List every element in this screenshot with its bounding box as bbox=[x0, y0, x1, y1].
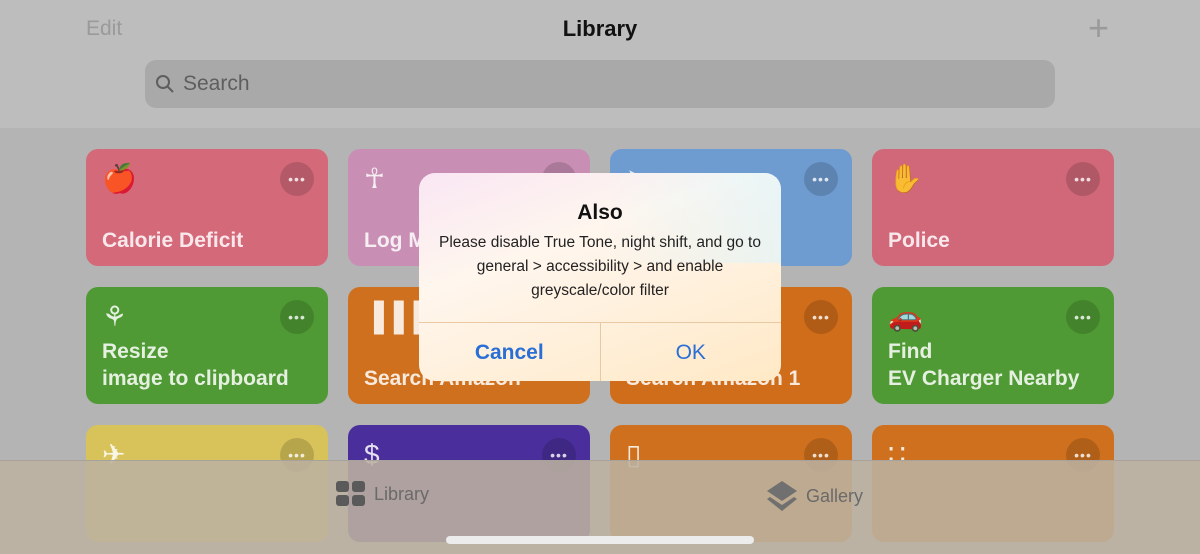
car-icon: 🚗 bbox=[888, 301, 923, 332]
shortcut-label: Calorie Deficit bbox=[102, 229, 244, 252]
home-indicator[interactable] bbox=[446, 536, 754, 544]
shortcut-label: Log M bbox=[364, 229, 426, 252]
alert-title: Also bbox=[577, 201, 623, 224]
accessibility-icon: ☥ bbox=[364, 163, 385, 194]
search-icon bbox=[156, 75, 174, 93]
apple-icon: 🍎 bbox=[102, 163, 137, 194]
shortcut-label: Police bbox=[888, 229, 950, 252]
shortcut-card[interactable]: ⚘ ••• Resize image to clipboard bbox=[86, 287, 328, 404]
alert-message: Please disable True Tone, night shift, a… bbox=[439, 234, 761, 299]
shortcut-card[interactable]: 🚗 ••• Find EV Charger Nearby bbox=[872, 287, 1114, 404]
grid-icon bbox=[336, 481, 365, 506]
shortcut-card[interactable]: ✋ ••• Police bbox=[872, 149, 1114, 266]
layers-icon bbox=[767, 481, 797, 511]
plus-icon[interactable]: + bbox=[1088, 10, 1109, 46]
search-placeholder: Search bbox=[183, 72, 250, 95]
ok-button[interactable]: OK bbox=[601, 323, 782, 381]
more-button[interactable]: ••• bbox=[804, 162, 838, 196]
alert-dialog: Also Please disable True Tone, night shi… bbox=[419, 173, 781, 381]
tab-gallery[interactable]: Gallery bbox=[766, 481, 863, 511]
more-button[interactable]: ••• bbox=[280, 162, 314, 196]
page-title: Library bbox=[562, 16, 638, 41]
shortcut-card[interactable]: 🍎 ••• Calorie Deficit bbox=[86, 149, 328, 266]
more-button[interactable]: ••• bbox=[280, 300, 314, 334]
tab-label: Gallery bbox=[806, 485, 864, 506]
tab-label: Library bbox=[374, 483, 430, 504]
more-button[interactable]: ••• bbox=[1066, 162, 1100, 196]
nav-header: Edit Library + Search bbox=[0, 0, 1200, 128]
shortcut-label: Find EV Charger Nearby bbox=[888, 340, 1080, 390]
tab-library[interactable]: Library bbox=[336, 481, 429, 507]
more-button[interactable]: ••• bbox=[804, 300, 838, 334]
more-button[interactable]: ••• bbox=[1066, 300, 1100, 334]
hand-icon: ✋ bbox=[888, 163, 923, 194]
shortcut-label: Resize image to clipboard bbox=[102, 340, 289, 390]
cancel-button[interactable]: Cancel bbox=[419, 323, 601, 381]
figure-icon: ⚘ bbox=[102, 301, 128, 332]
barcode-icon: ▐▐▐ bbox=[364, 301, 424, 332]
search-input[interactable]: Search bbox=[145, 60, 1055, 108]
